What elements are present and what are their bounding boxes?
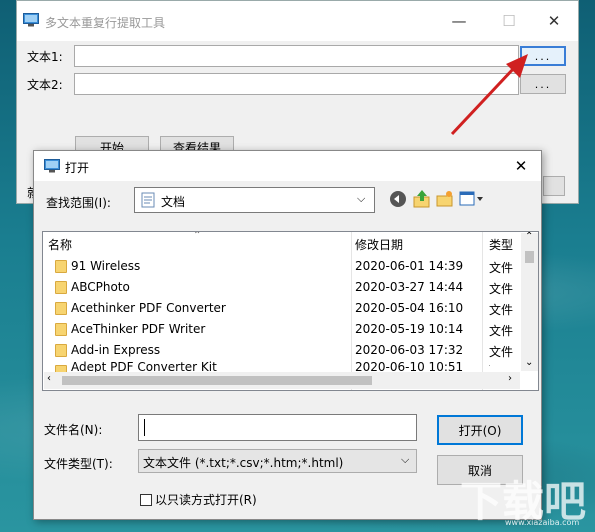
file-name: Add-in Express <box>71 343 161 357</box>
file-name: ABCPhoto <box>71 280 130 294</box>
file-name: 91 Wireless <box>71 259 141 273</box>
file-type: 文件 <box>489 282 514 296</box>
red-arrow-annotation <box>450 54 528 136</box>
look-in-dropdown[interactable]: 文档 ⌵ <box>134 187 375 213</box>
up-folder-icon[interactable] <box>413 189 431 209</box>
text1-label: 文本1: <box>27 50 63 64</box>
file-type: 文件 <box>489 324 514 338</box>
main-title-bar: 多文本重复行提取工具 — ☐ ✕ <box>17 1 578 41</box>
folder-icon <box>55 260 67 273</box>
look-in-label: 查找范围(I): <box>46 196 111 210</box>
open-button[interactable]: 打开(O) <box>437 415 523 445</box>
dialog-app-icon <box>44 159 60 173</box>
list-item[interactable]: AceThinker PDF Writer 2020-05-19 10:14 文… <box>44 319 513 340</box>
dialog-close-button[interactable]: ✕ <box>504 153 538 179</box>
file-modified: 2020-05-19 10:14 <box>355 322 464 336</box>
scroll-left-icon[interactable]: ‹ <box>47 373 51 384</box>
text2-label: 文本2: <box>27 78 63 92</box>
dialog-title: 打开 <box>65 161 90 175</box>
new-folder-icon[interactable] <box>436 190 454 208</box>
filetype-value: 文本文件 (*.txt;*.csv;*.htm;*.html) <box>143 456 344 470</box>
scroll-down-icon[interactable]: ⌄ <box>525 357 533 368</box>
folder-icon <box>55 344 67 357</box>
column-header-modified[interactable]: 修改日期 <box>355 232 475 256</box>
main-window-title: 多文本重复行提取工具 <box>45 16 166 30</box>
app-icon <box>23 13 39 27</box>
file-modified: 2020-03-27 14:44 <box>355 280 464 294</box>
look-in-value: 文档 <box>161 195 186 209</box>
file-type: 文件 <box>489 345 514 359</box>
open-file-dialog: 打开 ✕ 查找范围(I): 文档 ⌵ 名称 ⌃ 修改日期 类型 91 Wirel… <box>33 150 542 520</box>
readonly-checkbox-row[interactable]: 以只读方式打开(R) <box>140 491 257 508</box>
minimize-button[interactable]: — <box>436 7 482 35</box>
maximize-button[interactable]: ☐ <box>486 7 532 35</box>
file-type: 文件 <box>489 261 514 275</box>
vertical-scrollbar[interactable]: ⌃ ⌄ <box>521 232 538 371</box>
file-modified: 2020-05-04 16:10 <box>355 301 464 315</box>
scroll-thumb[interactable] <box>525 251 534 263</box>
hscroll-thumb[interactable] <box>62 376 372 385</box>
chevron-down-icon: ⌵ <box>357 192 366 205</box>
file-modified: 2020-06-01 14:39 <box>355 259 464 273</box>
folder-icon <box>55 281 67 294</box>
column-header-type[interactable]: 类型 <box>489 232 521 256</box>
filename-input[interactable] <box>138 414 417 441</box>
scroll-up-icon[interactable]: ⌃ <box>525 232 533 242</box>
close-button[interactable]: ✕ <box>531 7 577 35</box>
filetype-dropdown[interactable]: 文本文件 (*.txt;*.csv;*.htm;*.html) ⌵ <box>138 449 417 473</box>
filetype-label: 文件类型(T): <box>44 457 113 471</box>
document-folder-icon <box>141 192 155 208</box>
watermark-url: www.xiazaiba.com <box>505 518 580 527</box>
back-icon[interactable] <box>389 190 407 208</box>
filename-label: 文件名(N): <box>44 423 103 437</box>
list-item[interactable]: 91 Wireless 2020-06-01 14:39 文件 <box>44 256 513 277</box>
dialog-title-bar: 打开 ✕ <box>34 151 541 181</box>
list-item[interactable]: ABCPhoto 2020-03-27 14:44 文件 <box>44 277 513 298</box>
file-list: 名称 ⌃ 修改日期 类型 91 Wireless 2020-06-01 14:3… <box>42 231 539 391</box>
chevron-down-icon: ⌵ <box>401 453 410 466</box>
folder-icon <box>55 323 67 336</box>
file-type: 文件 <box>489 303 514 317</box>
file-name: AceThinker PDF Writer <box>71 322 206 336</box>
list-item[interactable]: Add-in Express 2020-06-03 17:32 文件 <box>44 340 513 361</box>
text-cursor <box>144 419 145 436</box>
file-name: Acethinker PDF Converter <box>71 301 226 315</box>
readonly-label: 以只读方式打开(R) <box>155 493 257 507</box>
folder-icon <box>55 302 67 315</box>
main-side-button[interactable] <box>543 176 565 196</box>
scroll-right-icon[interactable]: › <box>508 373 512 384</box>
readonly-checkbox[interactable] <box>140 493 152 506</box>
file-modified: 2020-06-03 17:32 <box>355 343 464 357</box>
horizontal-scrollbar[interactable]: ‹ › <box>44 372 520 389</box>
list-item[interactable]: Acethinker PDF Converter 2020-05-04 16:1… <box>44 298 513 319</box>
view-menu-icon[interactable] <box>459 191 485 207</box>
sort-arrow-icon: ⌃ <box>193 231 202 241</box>
